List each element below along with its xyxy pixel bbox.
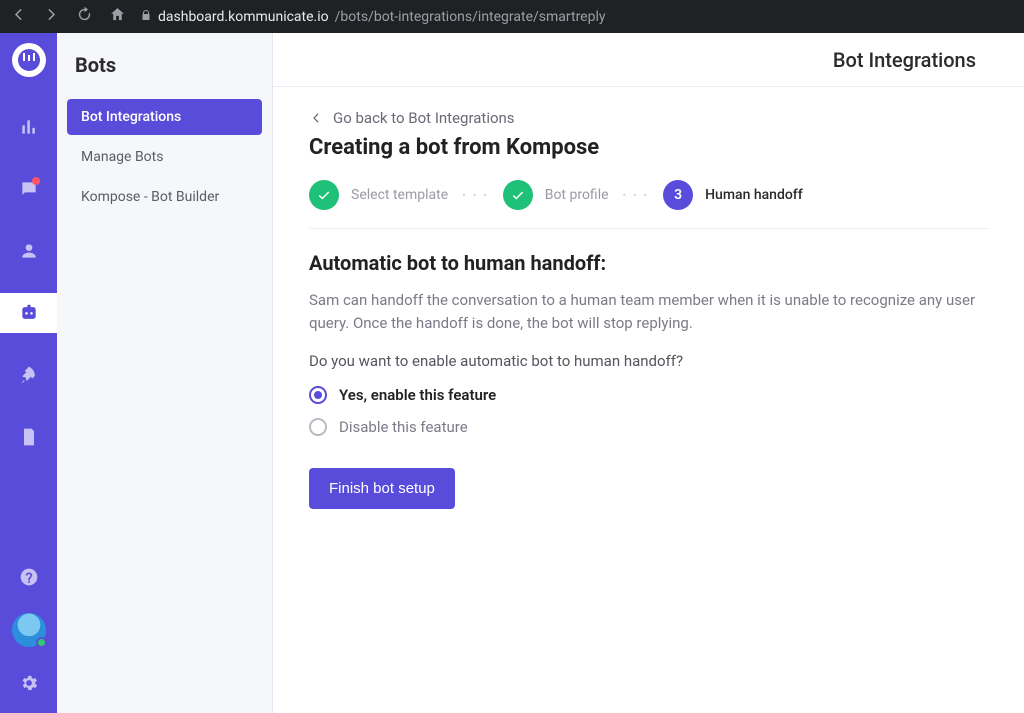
step-separator: • • • [462, 189, 489, 202]
nav-rail [0, 33, 57, 713]
divider [309, 228, 988, 229]
check-icon [317, 188, 331, 202]
step-label: Human handoff [705, 187, 803, 203]
browser-home-icon[interactable] [109, 6, 126, 27]
rail-item-help[interactable] [0, 557, 57, 597]
step-indicator-done [503, 180, 533, 210]
rail-item-docs[interactable] [0, 417, 57, 457]
sidebar-title: Bots [57, 53, 272, 99]
bot-icon [19, 303, 39, 323]
gear-icon [19, 673, 39, 693]
radio-label: Yes, enable this feature [339, 386, 496, 404]
radio-disable[interactable]: Disable this feature [309, 418, 988, 436]
browser-back-icon[interactable] [10, 6, 27, 27]
sidebar-item-kompose[interactable]: Kompose - Bot Builder [67, 179, 262, 215]
step-bot-profile: Bot profile [503, 180, 609, 210]
section-question: Do you want to enable automatic bot to h… [309, 352, 988, 370]
step-label: Bot profile [545, 187, 609, 203]
step-select-template: Select template [309, 180, 448, 210]
main-header: Bot Integrations [273, 33, 1024, 87]
doc-icon [19, 427, 39, 447]
browser-url[interactable]: dashboard.kommunicate.io/bots/bot-integr… [140, 9, 606, 25]
app-logo[interactable] [12, 43, 46, 77]
rail-item-bots[interactable] [0, 293, 57, 333]
radio-label: Disable this feature [339, 418, 468, 436]
wizard-steps: Select template • • • Bot profile • • • … [309, 180, 988, 210]
sidebar-item-manage-bots[interactable]: Manage Bots [67, 139, 262, 175]
section-title: Automatic bot to human handoff: [309, 251, 988, 275]
chevron-left-icon [309, 111, 323, 125]
finish-setup-button[interactable]: Finish bot setup [309, 468, 455, 509]
radio-icon [309, 386, 327, 404]
step-separator: • • • [623, 189, 650, 202]
step-human-handoff: 3 Human handoff [663, 180, 803, 210]
sidebar-item-bot-integrations[interactable]: Bot Integrations [67, 99, 262, 135]
browser-forward-icon[interactable] [43, 6, 60, 27]
user-icon [19, 241, 39, 261]
user-avatar[interactable] [12, 613, 46, 647]
radio-enable[interactable]: Yes, enable this feature [309, 386, 988, 404]
rail-item-analytics[interactable] [0, 107, 57, 147]
step-label: Select template [351, 187, 448, 203]
page-title: Creating a bot from Kompose [309, 135, 988, 160]
rail-item-settings[interactable] [0, 663, 57, 703]
analytics-icon [19, 117, 39, 137]
step-indicator-current: 3 [663, 180, 693, 210]
help-icon [19, 567, 39, 587]
browser-reload-icon[interactable] [76, 6, 93, 27]
presence-indicator [36, 637, 47, 648]
sub-sidebar: Bots Bot Integrations Manage Bots Kompos… [57, 33, 273, 713]
rocket-icon [19, 365, 39, 385]
back-link-label: Go back to Bot Integrations [333, 109, 515, 127]
main-header-title: Bot Integrations [833, 48, 976, 72]
rail-item-launch[interactable] [0, 355, 57, 395]
step-indicator-done [309, 180, 339, 210]
browser-chrome: dashboard.kommunicate.io/bots/bot-integr… [0, 0, 1024, 33]
rail-item-users[interactable] [0, 231, 57, 271]
section-description: Sam can handoff the conversation to a hu… [309, 289, 988, 334]
check-icon [511, 188, 525, 202]
main-panel: Bot Integrations Go back to Bot Integrat… [273, 33, 1024, 713]
rail-item-conversations[interactable] [0, 169, 57, 209]
back-link[interactable]: Go back to Bot Integrations [309, 109, 988, 127]
url-path: /bots/bot-integrations/integrate/smartre… [335, 9, 606, 25]
url-host: dashboard.kommunicate.io [158, 9, 329, 25]
notification-dot [32, 177, 40, 185]
radio-icon [309, 418, 327, 436]
lock-icon [140, 9, 152, 25]
